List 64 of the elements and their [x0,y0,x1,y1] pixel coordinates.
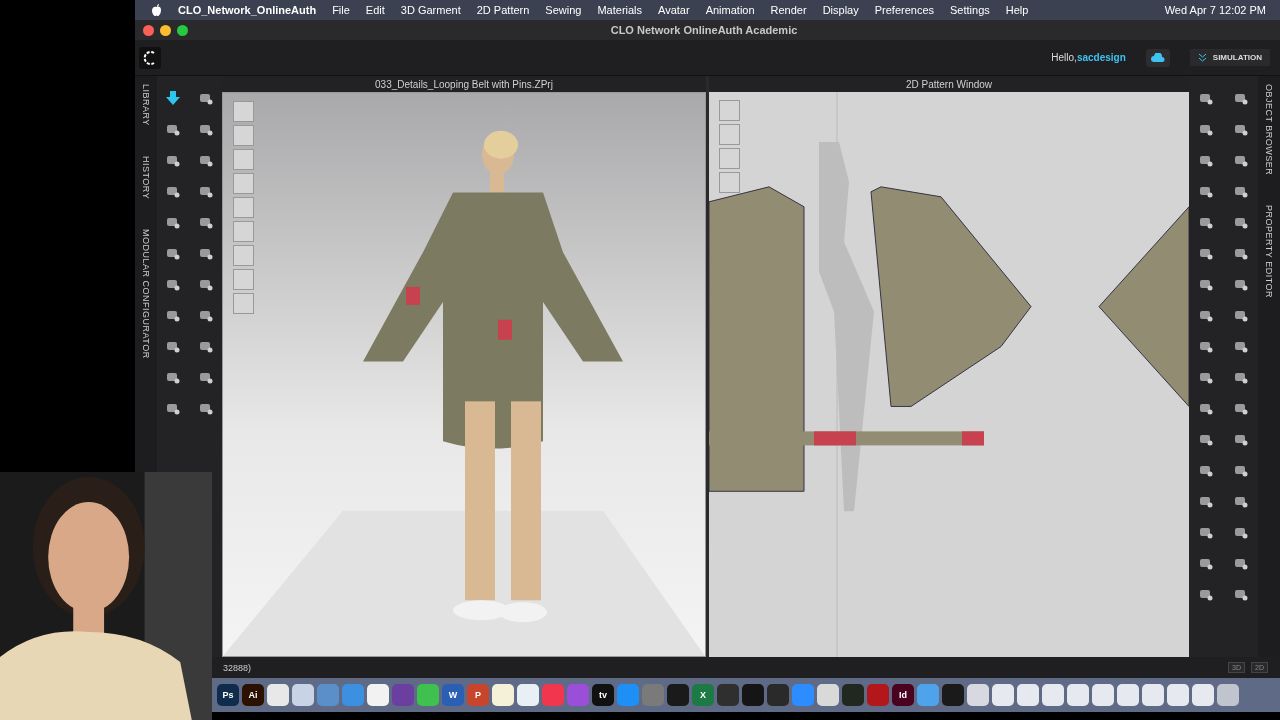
dock-icon[interactable] [767,684,789,706]
logo-icon[interactable] [139,46,161,69]
dock-icon[interactable] [1092,684,1114,706]
dock-icon[interactable] [667,684,689,706]
dock-icon[interactable] [292,684,314,706]
dock-icon[interactable] [817,684,839,706]
menu-item[interactable]: File [332,4,350,16]
pattern-window-title: 2D Pattern Window [709,76,1189,92]
arrow-icon[interactable] [164,88,183,107]
menu-item[interactable]: Materials [597,4,643,16]
dock-icon[interactable] [1117,684,1139,706]
dock-icon[interactable]: tv [592,684,614,706]
dock-icon[interactable]: X [692,684,714,706]
dock-icon[interactable] [517,684,539,706]
dock-icon[interactable] [717,684,739,706]
side-tab[interactable]: MODULAR CONFIGURATOR [141,229,151,359]
menu-item[interactable]: Display [822,4,859,16]
menu-item[interactable]: Help [1005,4,1029,16]
dock-icon[interactable]: Id [892,684,914,706]
dock-icon[interactable] [367,684,389,706]
dock-icon[interactable] [492,684,514,706]
status-text: 32888) [223,662,252,673]
side-tab[interactable]: PROPERTY EDITOR [1264,205,1274,299]
apple-icon[interactable] [151,4,162,16]
menu-item[interactable]: 2D Pattern [476,4,530,16]
menu-item[interactable]: 3D Garment [400,4,461,16]
dock-icon[interactable]: Ai [242,684,264,706]
menu-item[interactable]: Avatar [658,4,690,16]
side-tab[interactable]: OBJECT BROWSER [1264,84,1274,176]
zoom-button[interactable] [177,24,188,36]
side-tab[interactable]: LIBRARY [141,84,151,126]
side-tab[interactable]: HISTORY [141,155,151,200]
greeting: Hello,sacdesign [1051,52,1127,63]
dock-icon[interactable]: W [442,684,464,706]
dock-icon[interactable] [742,684,764,706]
dock-icon[interactable] [1142,684,1164,706]
cloud-icon[interactable] [1145,48,1170,67]
dock-icon[interactable]: P [467,684,489,706]
dock-icon[interactable] [1167,684,1189,706]
dock-icon[interactable] [267,684,289,706]
viewport-title: 033_Details_Looping Belt with Pins.ZPrj [222,76,706,92]
menu-item[interactable]: Edit [365,4,385,16]
dock-icon[interactable] [842,684,864,706]
mode-button[interactable]: SIMULATION [1189,49,1270,66]
dock-icon[interactable]: Ps [217,684,239,706]
dock-icon[interactable] [1067,684,1089,706]
dock-icon[interactable] [1042,684,1064,706]
menu-item[interactable]: Sewing [545,4,582,16]
minimize-button[interactable] [160,24,171,36]
menu-item[interactable]: Settings [950,4,990,16]
clock[interactable]: Wed Apr 7 12:02 PM [1164,4,1266,16]
dock-icon[interactable] [992,684,1014,706]
dock-icon[interactable] [1017,684,1039,706]
menu-item[interactable]: Animation [705,4,755,16]
app-menu[interactable]: CLO_Network_OnlineAuth [178,4,317,16]
dock-icon[interactable] [967,684,989,706]
close-button[interactable] [143,24,154,36]
chevrons-icon [1197,53,1207,62]
dock-icon[interactable] [1217,684,1239,706]
window-title: CLO Network OnlineAuth Academic [609,24,799,36]
menu-item[interactable]: Render [770,4,807,16]
dock-icon[interactable] [1192,684,1214,706]
dock-icon[interactable] [942,684,964,706]
menu-item[interactable]: Preferences [874,4,935,16]
